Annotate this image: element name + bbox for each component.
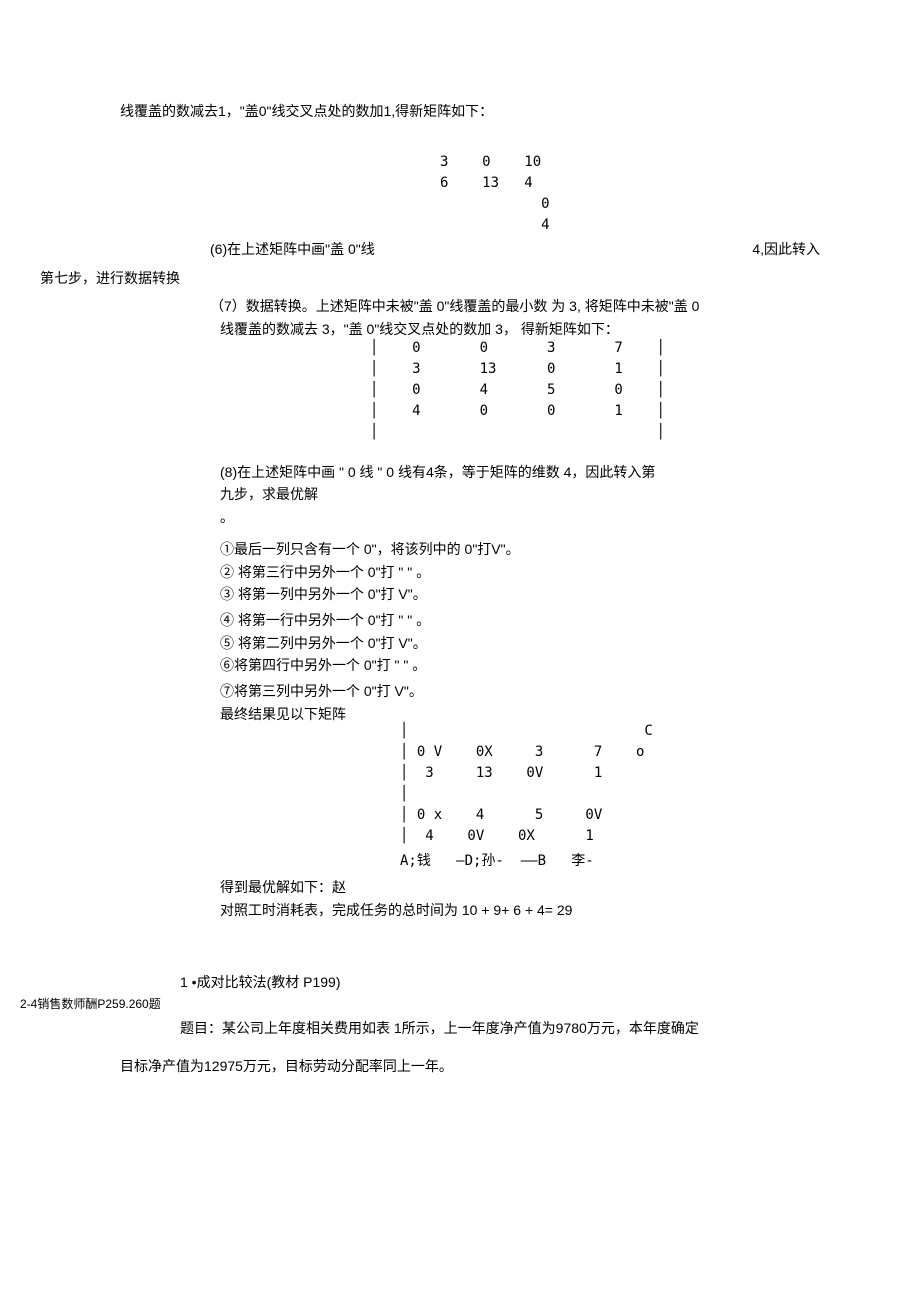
step8-line-b: 九步，求最优解 <box>220 483 900 505</box>
step6-left: (6)在上述矩阵中画"盖 0"线 <box>210 238 580 260</box>
substep-4: ④ 将第一行中另外一个 0"打 " " 。 <box>220 609 900 631</box>
question-line-1: 题目：某公司上年度相关费用如表 1所示，上一年度净产值为9780万元，本年度确定 <box>180 1017 900 1039</box>
matrix-3: │ C │ 0 V 0X 3 7 o │ 3 13 0V 1 │ │ 0 x 4… <box>400 721 900 847</box>
substep-6: ⑥将第四行中另外一个 0"打 " " 。 <box>220 654 900 676</box>
footnote: 2-4销售数师酬P259.260题 <box>20 995 900 1014</box>
step8-line-a: (8)在上述矩阵中画 " 0 线 " 0 线有4条，等于矩阵的维数 4，因此转入… <box>220 461 900 483</box>
association-line: A;钱 —D;孙- ——B 李- <box>400 851 900 872</box>
step7-line-b: 线覆盖的数减去 3，"盖 0"线交叉点处的数加 3， 得新矩阵如下： <box>220 318 900 340</box>
substep-7: ⑦将第三列中另外一个 0"打 V"。 <box>220 680 900 702</box>
matrix-2: │ 0 0 3 7 │ │ 3 13 0 1 │ │ 0 4 5 0 │ │ 4… <box>370 338 900 443</box>
step7-line-a: （7）数据转换。上述矩阵中未被"盖 0"线覆盖的最小数 为 3, 将矩阵中未被"… <box>210 295 900 317</box>
substep-2: ② 将第三行中另外一个 0"打 " " 。 <box>220 561 900 583</box>
step6-right: 4,因此转入 <box>580 238 900 260</box>
matrix-1: 3 0 10 6 13 4 0 4 <box>440 152 900 236</box>
paragraph-line-cover: 线覆盖的数减去1，"盖0"线交叉点处的数加1,得新矩阵如下： <box>120 100 900 122</box>
step8-line-c: 。 <box>220 506 900 528</box>
result-line-2: 对照工时消耗表，完成任务的总时间为 10 + 9+ 6 + 4= 29 <box>220 899 900 921</box>
substep-1: ①最后一列只含有一个 0"，将该列中的 0"打V"。 <box>220 538 900 560</box>
step7-transition: 第七步，进行数据转换 <box>40 267 900 289</box>
substep-3: ③ 将第一列中另外一个 0"打 V"。 <box>220 583 900 605</box>
pairwise-method: 1 •成对比较法(教材 P199) <box>180 971 900 993</box>
substep-5: ⑤ 将第二列中另外一个 0"打 V"。 <box>220 632 900 654</box>
question-line-2: 目标净产值为12975万元，目标劳动分配率同上一年。 <box>120 1055 900 1077</box>
result-line-1: 得到最优解如下：赵 <box>220 876 900 898</box>
